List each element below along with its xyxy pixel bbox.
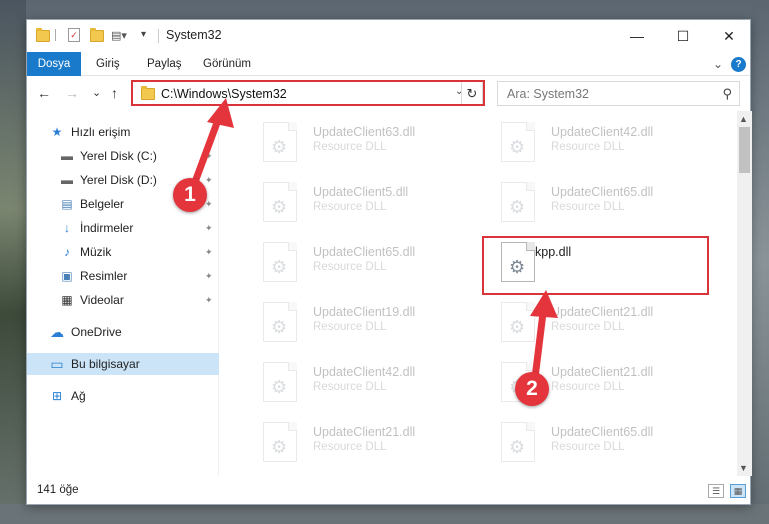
annotation-arrows bbox=[191, 98, 558, 382]
arrow-to-address-bar bbox=[191, 98, 234, 186]
step-marker-1: 1 bbox=[173, 178, 207, 212]
step-marker-2: 2 bbox=[515, 372, 549, 406]
arrow-to-file bbox=[530, 290, 558, 382]
